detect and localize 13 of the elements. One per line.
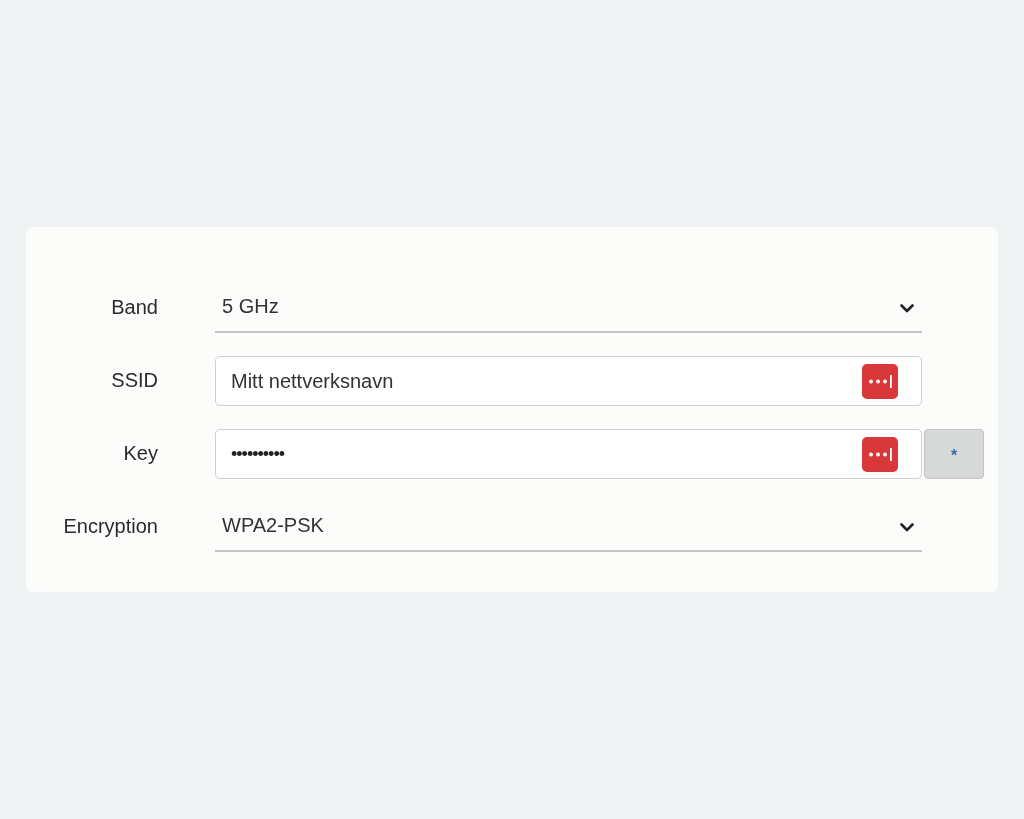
field-label: SSID bbox=[111, 368, 158, 392]
dropdown-field[interactable]: WPA2-PSK bbox=[215, 502, 922, 552]
password-field[interactable]: •••••••••• bbox=[215, 429, 922, 479]
dropdown-field[interactable]: 5 GHz bbox=[215, 283, 922, 333]
field-label: Encryption bbox=[63, 514, 158, 538]
dots-icon[interactable] bbox=[862, 364, 898, 399]
reveal-button[interactable]: * bbox=[924, 429, 984, 479]
chevron-down-icon bbox=[900, 303, 914, 313]
dots-icon[interactable] bbox=[862, 437, 898, 472]
field-label: Key bbox=[123, 441, 158, 465]
chevron-down-icon bbox=[900, 522, 914, 532]
text-field[interactable]: Mitt nettverksnavn bbox=[215, 356, 922, 406]
field-label: Band bbox=[111, 295, 158, 319]
